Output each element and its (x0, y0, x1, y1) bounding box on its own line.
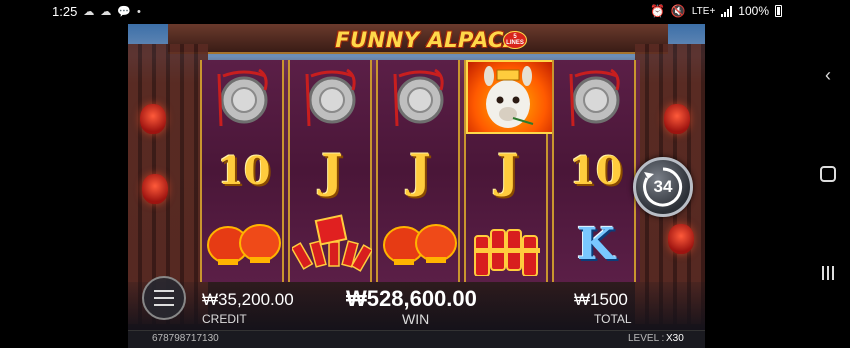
network-type: LTE+ (691, 5, 716, 17)
reel-5: 10 K (552, 60, 636, 282)
win-value: ₩528,600.00 (346, 286, 477, 311)
game-screen[interactable]: FUNNY ALPACA 5 LINES 10 J J J 10 K 34 ₩35,200… (128, 24, 705, 348)
reel-cell (378, 208, 462, 282)
lantern-decoration (664, 104, 690, 134)
menu-icon (154, 297, 174, 299)
reel-cell (202, 60, 286, 134)
reel-cell: K (554, 208, 638, 282)
lantern-decoration (668, 224, 694, 254)
reel-cell (466, 208, 550, 282)
menu-icon (154, 290, 174, 292)
symbol-j: J (321, 144, 343, 198)
symbol-gong-icon (217, 68, 268, 127)
game-logo: FUNNY ALPACA 5 LINES (318, 28, 538, 60)
symbol-firecracker-bundle-icon (474, 229, 540, 276)
spin-button[interactable]: 34 (633, 157, 693, 217)
reel-cell (290, 60, 374, 134)
game-title: FUNNY ALPACA (335, 28, 521, 52)
round-id: 678798717130 (152, 333, 219, 344)
reel-cell: 10 (554, 134, 638, 208)
battery-percent: 100% (738, 4, 769, 18)
menu-button[interactable] (142, 276, 186, 320)
lantern-decoration (142, 174, 168, 204)
total-bet-label: TOTAL (594, 312, 632, 326)
symbol-k: K (576, 219, 616, 270)
android-nav-bar: ‹ (805, 0, 850, 348)
mute-icon: 🔇 (670, 4, 686, 18)
total-bet-value[interactable]: ₩1500 (574, 290, 628, 310)
reels-area: 10 J J J 10 K (200, 60, 640, 282)
credit-value: ₩35,200.00 (202, 290, 294, 309)
reel-cell (466, 60, 554, 134)
status-bar: 1:25 ☁ ☁ 💬 • ⏰ 🔇 LTE+ 100% (0, 0, 850, 24)
menu-icon (154, 304, 174, 306)
level-value: X30 (666, 333, 684, 344)
symbol-gong-icon (393, 68, 444, 127)
reel-4: J (464, 60, 554, 282)
home-button[interactable] (817, 163, 839, 185)
back-icon[interactable]: ‹ (817, 64, 839, 86)
status-right: ⏰ 🔇 LTE+ 100% (650, 4, 782, 18)
home-icon (820, 166, 836, 182)
status-time: 1:25 (52, 4, 78, 19)
alarm-icon: ⏰ (649, 4, 665, 18)
lines-badge: 5 LINES (503, 31, 527, 49)
symbol-lanterns-icon (207, 224, 281, 265)
cloud-icon: ☁ (100, 6, 112, 18)
autoplay-count: 34 (653, 177, 673, 196)
status-left: 1:25 ☁ ☁ 💬 • (52, 4, 141, 19)
symbol-gong-icon (569, 68, 620, 127)
symbol-10: 10 (569, 148, 623, 193)
reel-2: J (288, 60, 372, 282)
symbol-j: J (497, 144, 519, 198)
win-label: WIN (402, 311, 430, 327)
lantern-decoration (140, 104, 166, 134)
symbol-alpaca-icon (484, 66, 534, 128)
reel-cell (202, 208, 286, 282)
recents-icon[interactable] (817, 262, 839, 284)
signal-icon (721, 5, 733, 17)
reel-cell (290, 208, 374, 282)
battery-icon (775, 5, 782, 17)
reel-cell (378, 60, 462, 134)
symbol-10: 10 (217, 148, 271, 193)
notification-icon: ☁ (83, 6, 95, 18)
symbol-firecrackers-icon (292, 214, 372, 272)
reel-cell (554, 60, 638, 134)
dot-icon: • (137, 5, 141, 18)
credit-label: CREDIT (202, 312, 247, 326)
symbol-gong-icon (305, 68, 356, 127)
reel-cell: J (290, 134, 374, 208)
reel-1: 10 (200, 60, 284, 282)
reel-3: J (376, 60, 460, 282)
chat-icon: 💬 (117, 6, 132, 18)
symbol-lanterns-icon (383, 224, 457, 265)
reel-cell: J (466, 134, 550, 208)
reel-cell: 10 (202, 134, 286, 208)
reel-cell: J (378, 134, 462, 208)
level-label: LEVEL : (628, 333, 665, 344)
symbol-j: J (409, 144, 431, 198)
